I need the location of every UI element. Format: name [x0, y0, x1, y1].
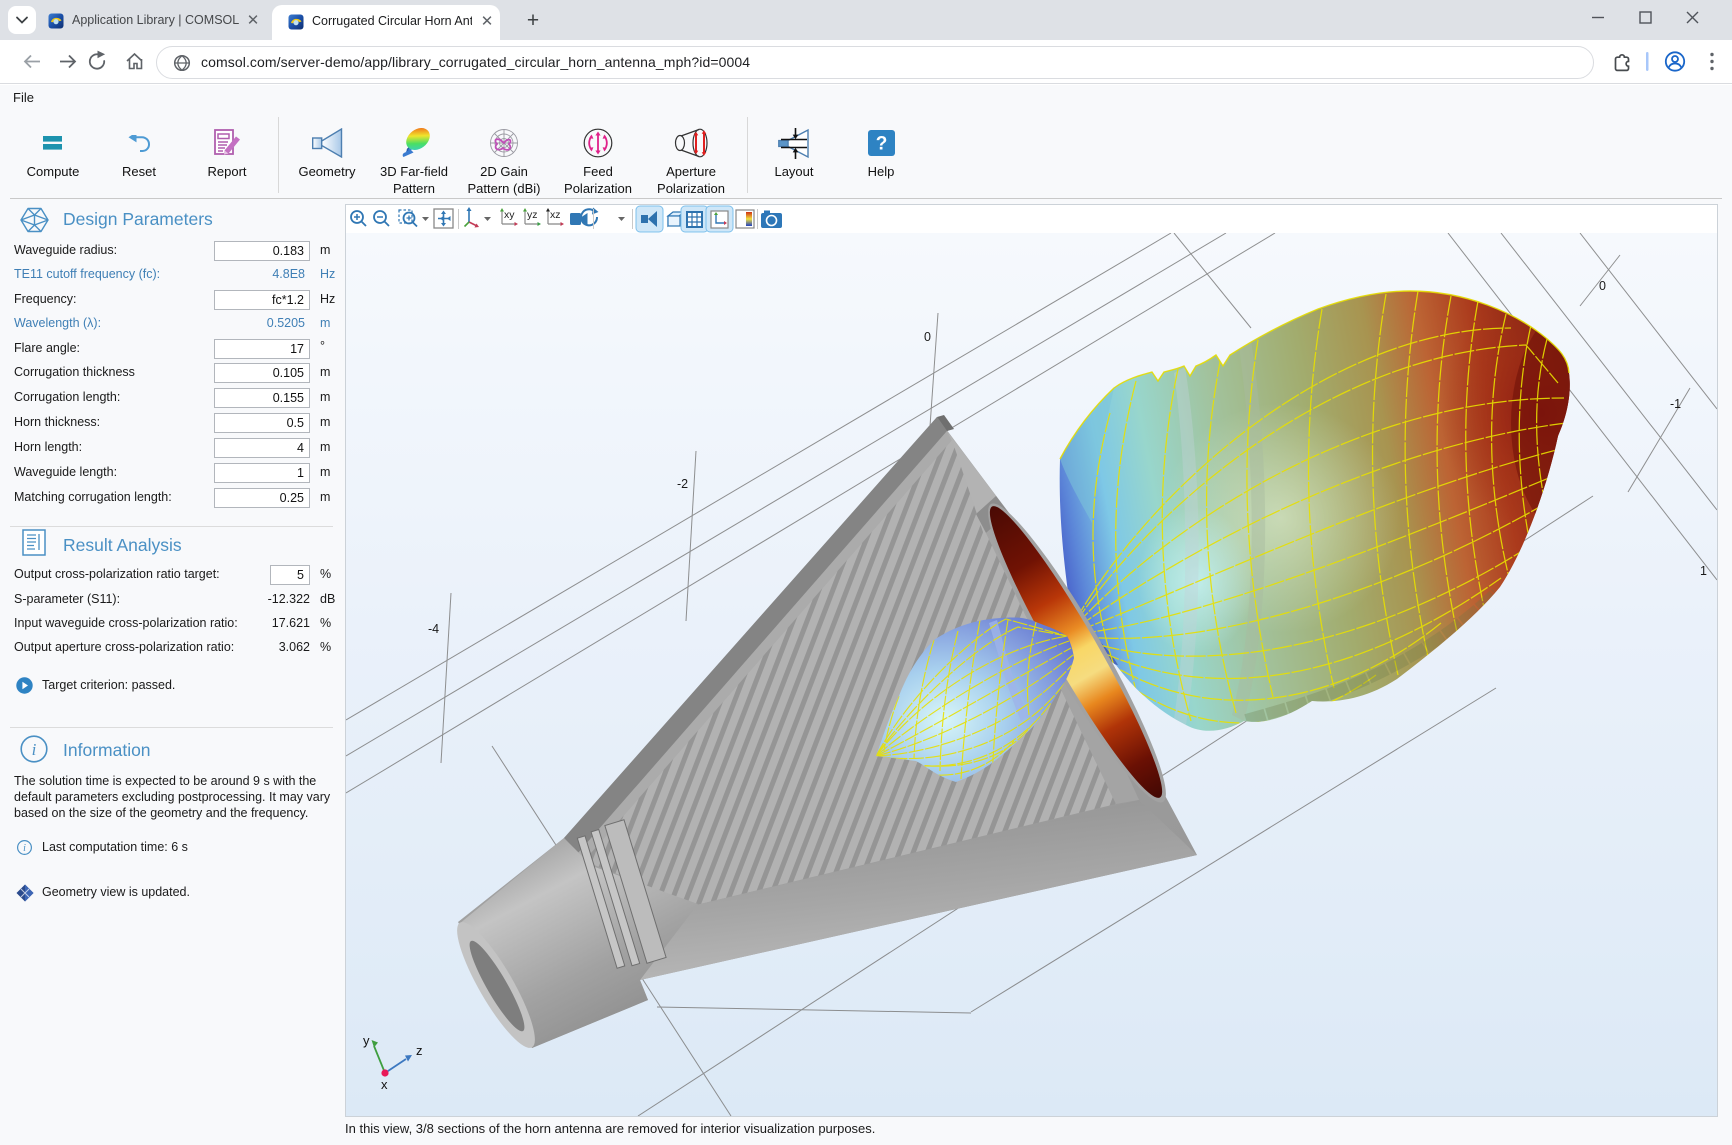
- svg-text:-4: -4: [428, 622, 439, 636]
- svg-text:-1: -1: [1670, 397, 1681, 411]
- svg-text:x: x: [381, 1077, 388, 1092]
- svg-text:y: y: [363, 1033, 370, 1048]
- svg-text:i: i: [23, 843, 26, 854]
- svg-text:0: 0: [924, 330, 931, 344]
- svg-text:?: ?: [875, 134, 887, 155]
- svg-text:xz: xz: [550, 209, 561, 221]
- svg-text:z: z: [416, 1043, 423, 1058]
- svg-text:0: 0: [1599, 279, 1606, 293]
- svg-text:1: 1: [1700, 564, 1707, 578]
- svg-text:i: i: [32, 740, 37, 759]
- svg-text:yz: yz: [527, 209, 538, 221]
- svg-text:xy: xy: [504, 209, 515, 221]
- svg-text:-2: -2: [677, 477, 688, 491]
